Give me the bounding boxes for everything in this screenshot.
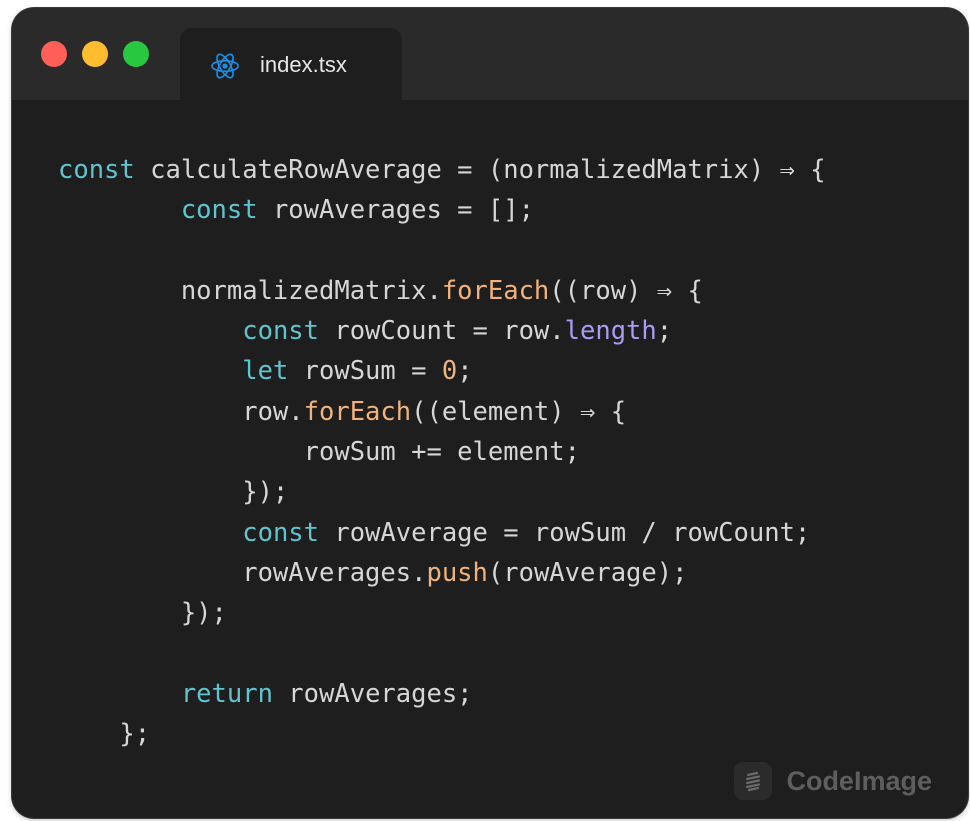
code-token: }); [58,598,227,629]
code-line: }; [58,714,826,754]
code-token: 0 [441,356,458,387]
code-token: return [180,678,273,709]
minimize-dot[interactable] [82,41,108,67]
code-token: ; [457,356,473,387]
code-token: let [242,356,289,387]
code-line: row.forEach((element) ⇒ { [58,392,826,432]
watermark-text: CodeImage [786,765,932,796]
code-token: ; [656,316,673,347]
code-token: calculateRowAverage = (normalizedMatrix)… [134,155,826,185]
code-token: length [564,316,657,347]
code-token: rowAverages; [272,678,473,709]
file-tab[interactable]: index.tsx [180,28,402,100]
code-token: rowSum += element; [58,437,580,468]
code-token: forEach [441,275,550,306]
code-token: row. [58,396,304,427]
react-icon [210,51,240,81]
code-line: const rowAverages = []; [58,190,826,230]
code-line: return rowAverages; [58,674,826,714]
code-line: }); [58,593,826,633]
code-line: const calculateRowAverage = (normalizedM… [58,150,826,190]
code-line: rowAverages.push(rowAverage); [58,553,826,593]
codeimage-logo-icon [734,762,773,800]
code-token: const [58,155,135,185]
code-token: ((element) ⇒ { [411,396,627,427]
code-line: rowSum += element; [58,432,826,472]
tab-filename: index.tsx [260,52,347,77]
code-block[interactable]: const calculateRowAverage = (normalizedM… [58,150,826,754]
code-token: const [242,517,319,548]
window-titlebar: index.tsx [12,8,968,100]
code-token: forEach [303,396,412,427]
code-line: let rowSum = 0; [58,351,826,391]
code-line: }); [58,472,826,512]
code-token: ((row) ⇒ { [549,275,703,306]
code-token: const [180,195,258,226]
close-dot[interactable] [41,41,67,67]
code-line: const rowAverage = rowSum / rowCount; [58,513,826,553]
code-token: rowCount = row. [319,316,565,347]
code-token: rowAverages. [58,557,427,588]
code-token: rowAverages = []; [257,195,534,226]
code-token: rowAverage = rowSum / rowCount; [319,517,811,548]
code-line: normalizedMatrix.forEach((row) ⇒ { [58,271,826,311]
code-token: push [426,557,488,588]
code-token: rowSum = [288,356,442,387]
code-token: }); [58,477,289,508]
code-token: }; [58,719,151,750]
code-token: normalizedMatrix. [58,275,442,306]
codeimage-watermark: CodeImage [734,762,932,800]
code-line: const rowCount = row.length; [58,311,826,351]
code-token: (rowAverage); [487,557,688,588]
zoom-dot[interactable] [123,41,149,67]
code-window: index.tsx const calculateRowAverage = (n… [12,8,968,818]
code-token: const [242,316,319,347]
